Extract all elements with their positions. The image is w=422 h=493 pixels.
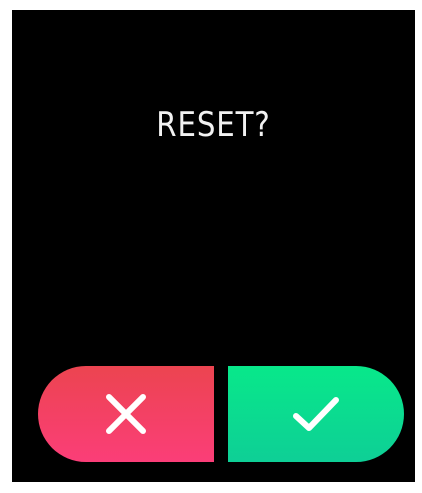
reset-dialog-screen: RESET?: [12, 10, 415, 482]
cancel-button[interactable]: [38, 366, 214, 462]
confirm-button[interactable]: [228, 366, 404, 462]
dialog-title: RESET?: [156, 105, 271, 145]
checkmark-icon: [291, 394, 341, 434]
close-icon: [103, 391, 149, 437]
